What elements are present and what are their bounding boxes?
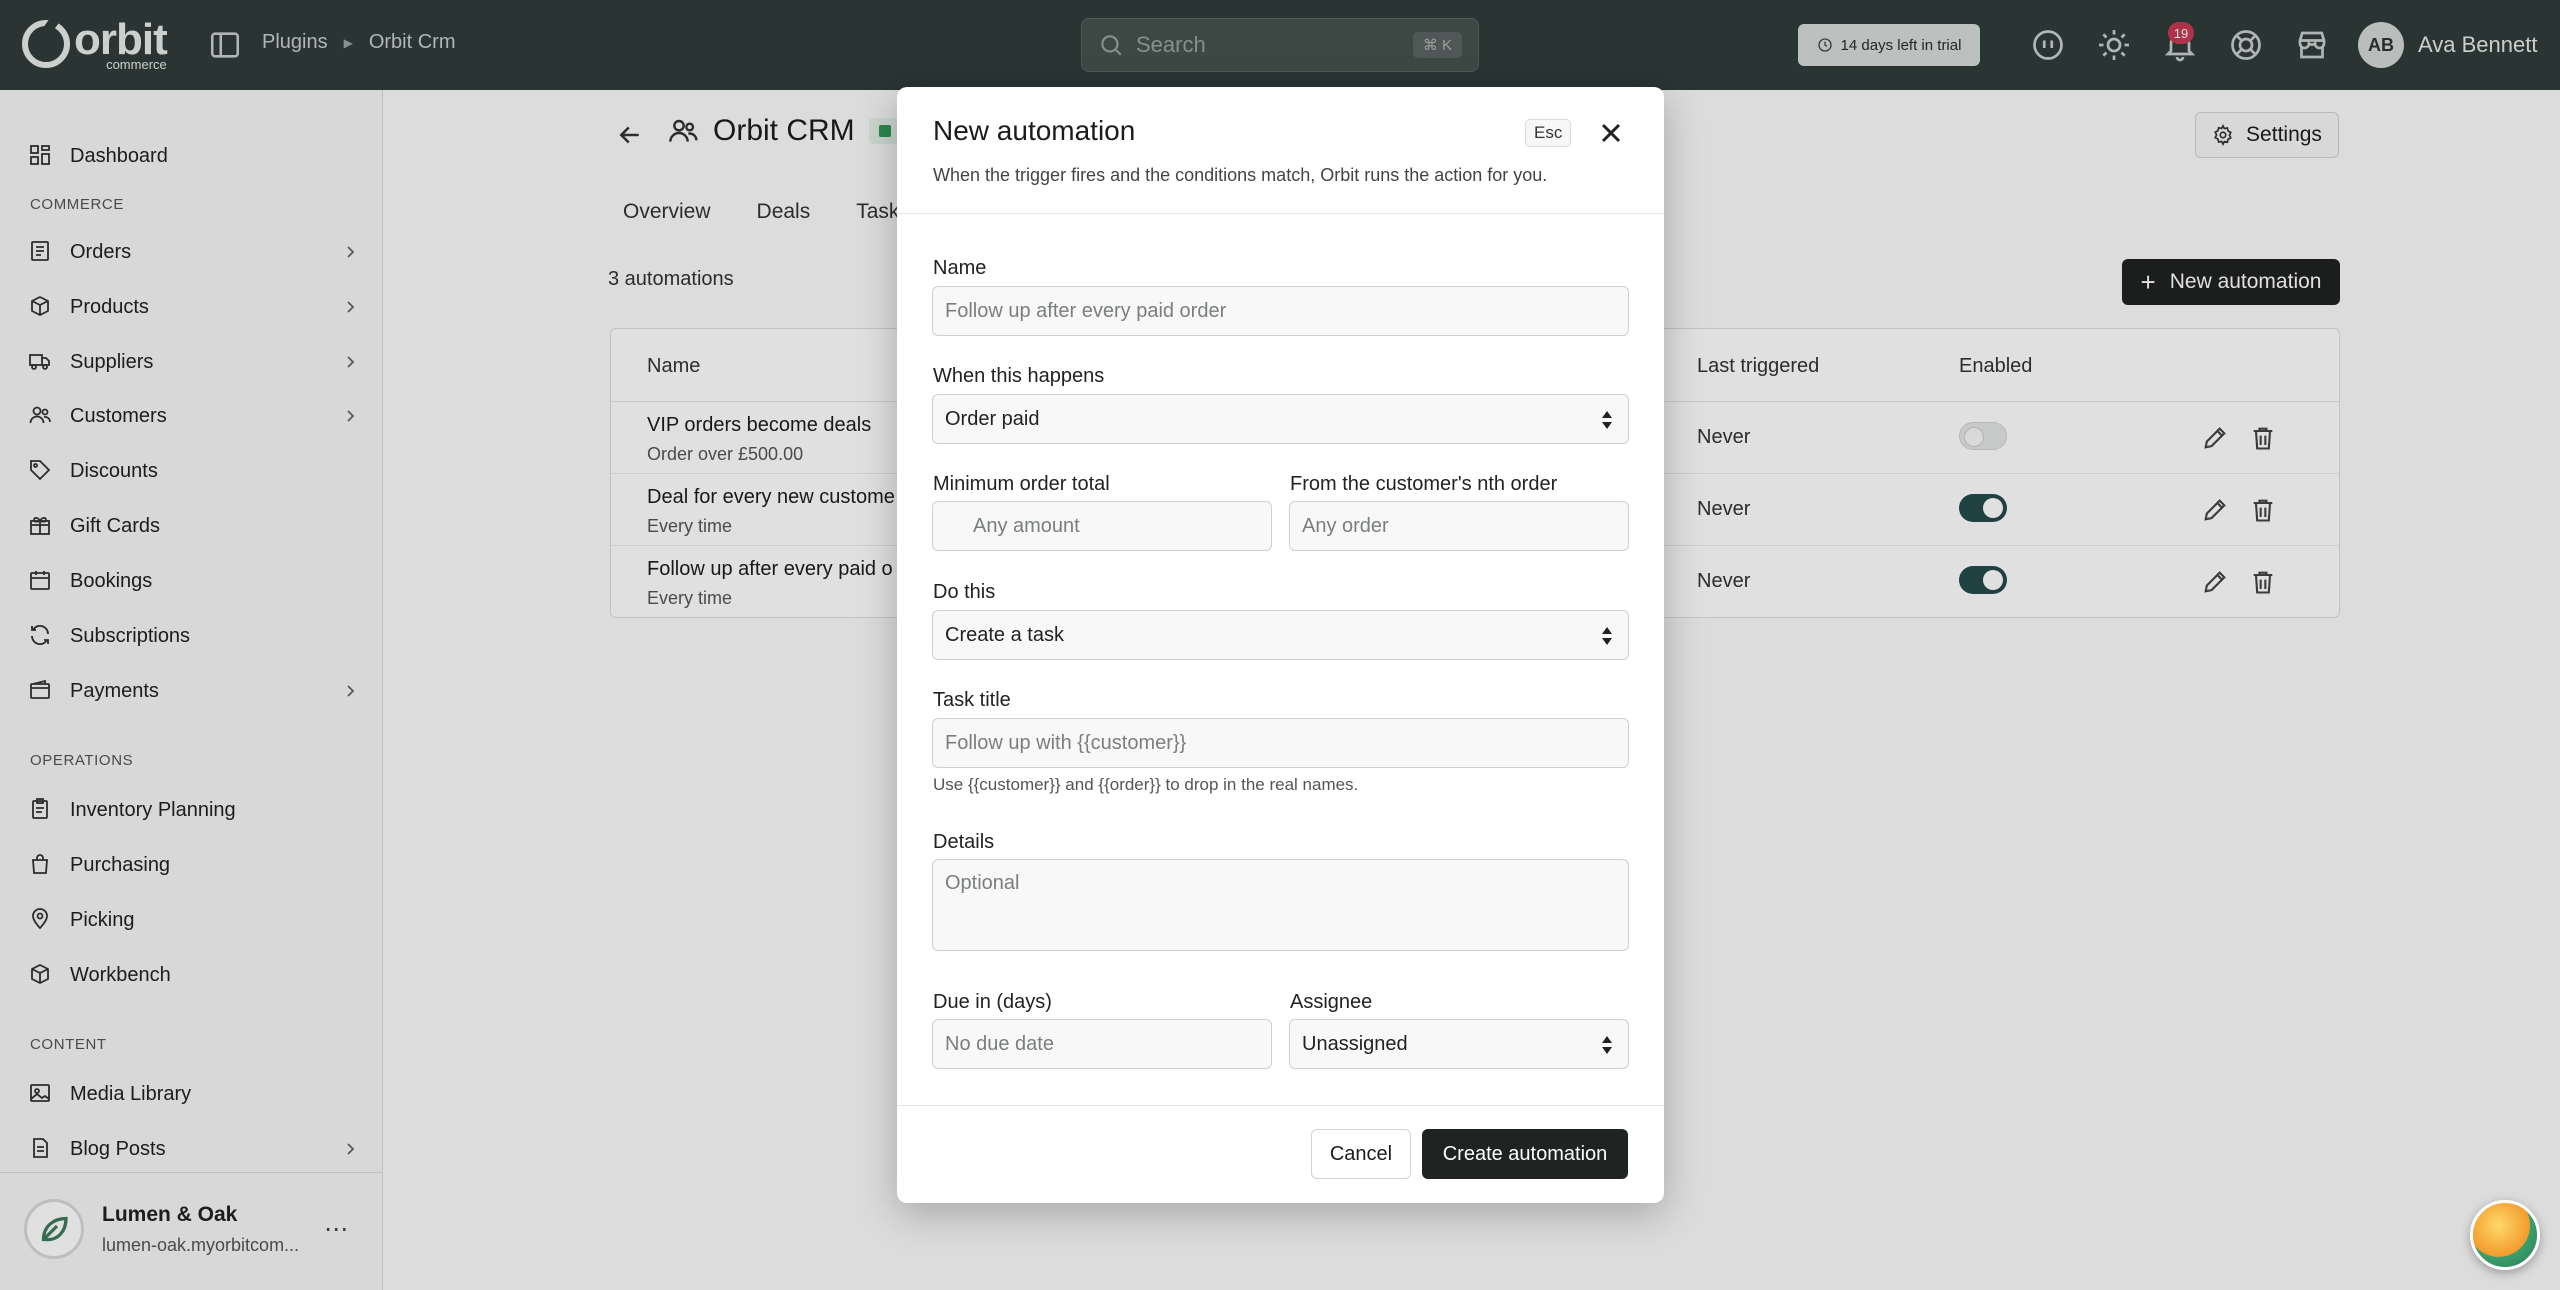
action-value: Create a task (945, 623, 1064, 646)
name-label: Name (933, 257, 987, 279)
nth-order-label: From the customer's nth order (1290, 473, 1558, 495)
details-textarea[interactable] (932, 859, 1629, 951)
select-updown-icon (1602, 1036, 1612, 1054)
dialog-title: New automation (933, 115, 1136, 146)
new-automation-dialog: New automation Esc When the trigger fire… (897, 87, 1664, 1203)
assignee-label: Assignee (1290, 991, 1373, 1013)
due-days-input[interactable] (932, 1019, 1272, 1069)
task-title-label: Task title (933, 689, 1011, 711)
due-label: Due in (days) (933, 991, 1052, 1013)
assignee-select[interactable]: Unassigned (1289, 1019, 1629, 1069)
task-title-hint: Use {{customer}} and {{order}} to drop i… (933, 775, 1359, 794)
nth-order-input[interactable] (1289, 501, 1629, 551)
create-automation-button[interactable]: Create automation (1422, 1129, 1628, 1179)
details-label: Details (933, 831, 995, 853)
select-updown-icon (1602, 411, 1612, 429)
min-total-label: Minimum order total (933, 473, 1110, 495)
trigger-value: Order paid (945, 407, 1040, 430)
task-title-input[interactable] (932, 718, 1629, 768)
action-label: Do this (933, 581, 996, 603)
trigger-label: When this happens (933, 365, 1105, 387)
min-total-input[interactable] (932, 501, 1272, 551)
cancel-button[interactable]: Cancel (1311, 1129, 1411, 1179)
action-select[interactable]: Create a task (932, 610, 1629, 660)
assistant-avatar-button[interactable] (2470, 1200, 2540, 1270)
close-icon[interactable] (1595, 117, 1627, 149)
select-updown-icon (1602, 627, 1612, 645)
trigger-select[interactable]: Order paid (932, 394, 1629, 444)
assignee-value: Unassigned (1302, 1032, 1408, 1055)
dialog-subtitle: When the trigger fires and the condition… (933, 165, 1548, 185)
name-input[interactable] (932, 286, 1629, 336)
esc-key-hint: Esc (1525, 119, 1572, 147)
